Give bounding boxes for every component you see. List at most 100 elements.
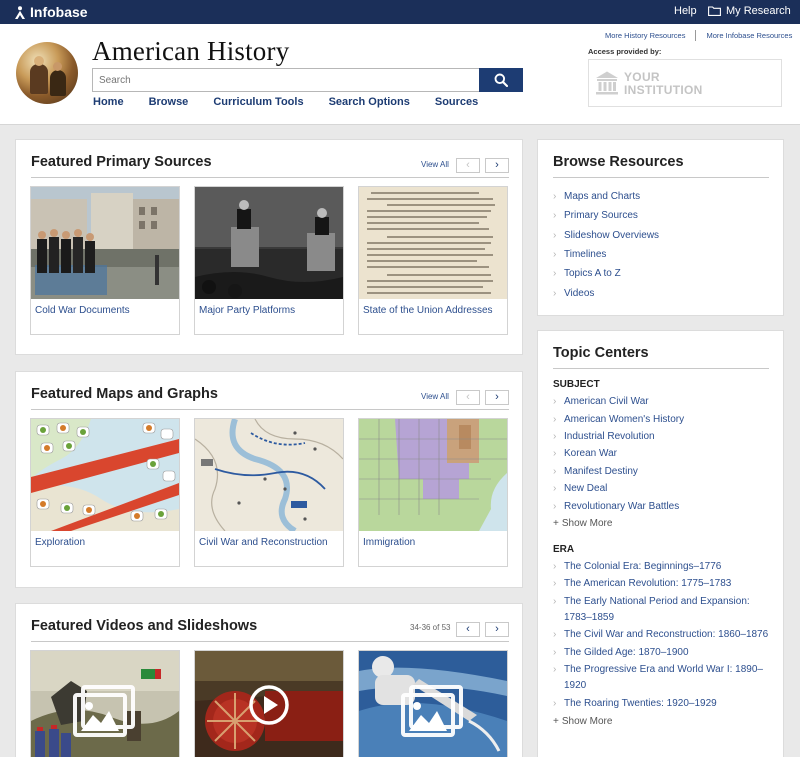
astronaut-photo — [359, 651, 507, 757]
access-label: Access provided by: — [588, 47, 662, 56]
view-all-link[interactable]: View All — [421, 392, 449, 401]
debate-photo — [195, 187, 343, 299]
card-state-of-the-union[interactable]: State of the Union Addresses — [358, 186, 508, 335]
nav-sources[interactable]: Sources — [435, 96, 478, 108]
next-button[interactable]: › — [485, 390, 509, 405]
featured-primary-sources-panel: Featured Primary Sources View All ‹ › Co… — [15, 139, 523, 355]
topic-american-civil-war[interactable]: › American Civil War — [553, 393, 778, 410]
help-link[interactable]: Help — [674, 5, 697, 17]
card-major-party-platforms[interactable]: Major Party Platforms — [194, 186, 344, 335]
chevron-left-icon: ‹ — [466, 391, 470, 403]
chevron-right-icon: › — [553, 578, 557, 590]
browse-item-label: Maps and Charts — [564, 191, 641, 203]
plus-icon: + — [553, 716, 559, 728]
institution-box: YOUR INSTITUTION — [588, 59, 782, 107]
browse-item-slideshow-overviews[interactable]: › Slideshow Overviews — [553, 226, 659, 245]
prev-button[interactable]: ‹ — [456, 158, 480, 173]
plus-icon: + — [553, 517, 559, 529]
card-exploration[interactable]: Exploration — [30, 418, 180, 567]
search-input[interactable] — [92, 68, 479, 92]
folder-icon — [708, 6, 721, 16]
view-all-link[interactable]: View All — [421, 160, 449, 169]
browse-item-label: Slideshow Overviews — [564, 229, 660, 241]
chevron-right-icon: › — [553, 595, 557, 607]
chevron-right-icon: › — [553, 664, 557, 676]
card-immigration[interactable]: Immigration — [358, 418, 508, 567]
prev-button[interactable]: ‹ — [456, 390, 480, 405]
search-button[interactable] — [479, 68, 523, 92]
nav-home[interactable]: Home — [93, 96, 124, 108]
infobase-logo[interactable]: Infobase — [14, 3, 88, 21]
site-title[interactable]: American History — [92, 36, 289, 67]
pager-count: 34-36 of 53 — [410, 623, 451, 632]
topic-centers-panel: Topic Centers SUBJECT › American Civil Wa… — [537, 330, 784, 757]
institution-name-line-2: INSTITUTION — [624, 83, 703, 97]
era-label-line-2: 1783–1859 — [564, 611, 615, 623]
next-button[interactable]: › — [485, 622, 509, 637]
era-civil-war[interactable]: › The Civil War and Reconstruction: 1860–… — [553, 627, 778, 643]
era-label-line-1: The Progressive Era and World War I: 189… — [564, 664, 763, 676]
show-more-label: Show More — [561, 716, 613, 728]
divider — [553, 177, 769, 178]
chevron-right-icon: › — [553, 483, 557, 495]
browse-item-label: Videos — [564, 287, 595, 299]
chevron-right-icon: › — [553, 560, 557, 572]
browse-item-videos[interactable]: › Videos — [553, 283, 659, 302]
slideshow-card-1[interactable] — [30, 650, 180, 757]
topic-korean-war[interactable]: › Korean War — [553, 445, 778, 462]
card-caption[interactable]: Exploration — [35, 537, 85, 548]
nav-curriculum-tools[interactable]: Curriculum Tools — [213, 96, 303, 108]
divider — [31, 177, 509, 178]
top-bar: Infobase Help My Research — [0, 0, 800, 24]
topic-industrial-revolution[interactable]: › Industrial Revolution — [553, 428, 778, 445]
panel-title: Featured Videos and Slideshows — [31, 618, 258, 634]
chevron-right-icon: › — [495, 159, 499, 171]
browse-item-primary-sources[interactable]: › Primary Sources — [553, 206, 659, 225]
era-progressive[interactable]: › The Progressive Era and World War I: 18… — [553, 662, 778, 694]
more-history-resources-link[interactable]: More History Resources — [605, 31, 685, 40]
card-caption[interactable]: Cold War Documents — [35, 305, 130, 316]
browse-item-topics-a-to-z[interactable]: › Topics A to Z — [553, 264, 659, 283]
topic-revolutionary-war-battles[interactable]: › Revolutionary War Battles — [553, 497, 778, 514]
nav-browse[interactable]: Browse — [149, 96, 189, 108]
card-cold-war-documents[interactable]: Cold War Documents — [30, 186, 180, 335]
card-caption[interactable]: Immigration — [363, 537, 415, 548]
era-show-more[interactable]: + Show More — [553, 713, 778, 730]
my-research-link[interactable]: My Research — [708, 5, 791, 17]
card-caption[interactable]: State of the Union Addresses — [363, 305, 493, 316]
era-early-national[interactable]: › The Early National Period and Expansion… — [553, 594, 778, 626]
chevron-right-icon: › — [553, 249, 557, 261]
card-civil-war-reconstruction[interactable]: Civil War and Reconstruction — [194, 418, 344, 567]
nav-search-options[interactable]: Search Options — [329, 96, 410, 108]
subject-show-more[interactable]: + Show More — [553, 515, 778, 532]
era-gilded-age[interactable]: › The Gilded Age: 1870–1900 — [553, 645, 778, 661]
topic-american-womens-history[interactable]: › American Women's History — [553, 410, 778, 427]
prev-button[interactable]: ‹ — [456, 622, 480, 637]
more-infobase-resources-link[interactable]: More Infobase Resources — [706, 31, 792, 40]
chevron-right-icon: › — [553, 396, 557, 408]
era-label: The Civil War and Reconstruction: 1860–1… — [564, 629, 769, 641]
topic-label: Industrial Revolution — [564, 430, 655, 442]
card-caption[interactable]: Civil War and Reconstruction — [199, 537, 328, 548]
card-caption[interactable]: Major Party Platforms — [199, 305, 295, 316]
chevron-right-icon: › — [553, 210, 557, 222]
document-scan — [359, 187, 507, 299]
browse-item-timelines[interactable]: › Timelines — [553, 245, 659, 264]
american-history-logo[interactable] — [16, 42, 78, 104]
panel-title: Featured Primary Sources — [31, 154, 212, 170]
era-label: The Gilded Age: 1870–1900 — [564, 646, 689, 658]
era-colonial[interactable]: › The Colonial Era: Beginnings–1776 — [553, 559, 778, 575]
browse-list: › Maps and Charts › Primary Sources › Slide… — [553, 187, 659, 303]
topic-new-deal[interactable]: › New Deal — [553, 480, 778, 497]
chevron-left-icon: ‹ — [466, 159, 470, 171]
era-american-revolution[interactable]: › The American Revolution: 1775–1783 — [553, 576, 778, 592]
slideshow-card-3[interactable] — [358, 650, 508, 757]
topic-manifest-destiny[interactable]: › Manifest Destiny — [553, 463, 778, 480]
next-button[interactable]: › — [485, 158, 509, 173]
browse-item-maps-charts[interactable]: › Maps and Charts — [553, 187, 659, 206]
chevron-right-icon: › — [553, 500, 557, 512]
chevron-right-icon: › — [553, 629, 557, 641]
era-roaring-twenties[interactable]: › The Roaring Twenties: 1920–1929 — [553, 696, 778, 712]
chevron-right-icon: › — [495, 623, 499, 635]
video-card-2[interactable] — [194, 650, 344, 757]
